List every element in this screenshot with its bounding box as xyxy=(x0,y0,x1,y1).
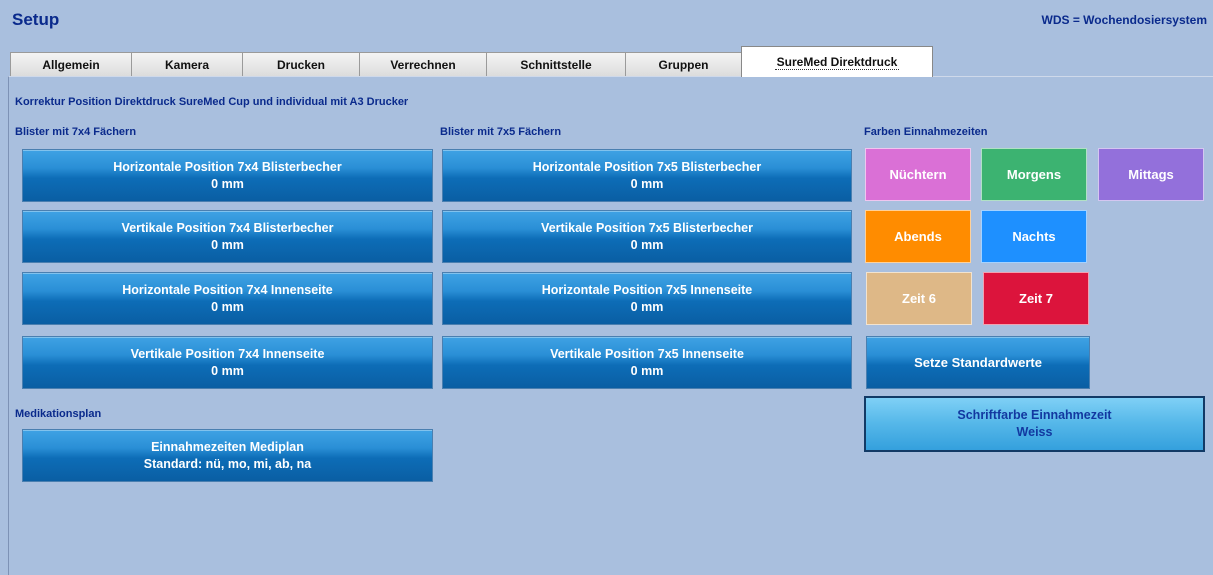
wds-legend: WDS = Wochendosiersystem xyxy=(1041,13,1208,27)
blister-7x5-title: Blister mit 7x5 Fächern xyxy=(440,126,562,138)
medikationsplan-title: Medikationsplan xyxy=(15,408,102,420)
font-color-button[interactable]: Schriftfarbe Einnahmezeit Weiss xyxy=(864,396,1205,452)
horizontal-7x4-innenseite-button[interactable]: Horizontale Position 7x4 Innenseite 0 mm xyxy=(22,272,433,325)
color-zeit6-button[interactable]: Zeit 6 xyxy=(866,272,972,325)
title-bar: Setup WDS = Wochendosiersystem xyxy=(0,0,1213,46)
tab-gruppen[interactable]: Gruppen xyxy=(625,52,742,76)
tab-drucken[interactable]: Drucken xyxy=(242,52,360,76)
color-nachts-button[interactable]: Nachts xyxy=(981,210,1087,263)
color-zeit7-button[interactable]: Zeit 7 xyxy=(983,272,1089,325)
vertical-7x4-blisterbecher-button[interactable]: Vertikale Position 7x4 Blisterbecher 0 mm xyxy=(22,210,433,263)
vertical-7x4-innenseite-button[interactable]: Vertikale Position 7x4 Innenseite 0 mm xyxy=(22,336,433,389)
reset-defaults-button[interactable]: Setze Standardwerte xyxy=(866,336,1090,389)
color-abends-button[interactable]: Abends xyxy=(865,210,971,263)
horizontal-7x4-blisterbecher-button[interactable]: Horizontale Position 7x4 Blisterbecher 0 … xyxy=(22,149,433,202)
tab-suremed-direktdruck[interactable]: SureMed Direktdruck xyxy=(741,46,933,77)
vertical-7x5-blisterbecher-button[interactable]: Vertikale Position 7x5 Blisterbecher 0 mm xyxy=(442,210,852,263)
tab-verrechnen[interactable]: Verrechnen xyxy=(359,52,487,76)
window-title: Setup xyxy=(12,10,60,29)
color-morgens-button[interactable]: Morgens xyxy=(981,148,1087,201)
vertical-7x5-innenseite-button[interactable]: Vertikale Position 7x5 Innenseite 0 mm xyxy=(442,336,852,389)
horizontal-7x5-blisterbecher-button[interactable]: Horizontale Position 7x5 Blisterbecher 0 … xyxy=(442,149,852,202)
tab-allgemein[interactable]: Allgemein xyxy=(10,52,132,76)
einnahmezeiten-mediplan-button[interactable]: Einnahmezeiten Mediplan Standard: nü, mo,… xyxy=(22,429,433,482)
horizontal-7x5-innenseite-button[interactable]: Horizontale Position 7x5 Innenseite 0 mm xyxy=(442,272,852,325)
farben-title: Farben Einnahmezeiten xyxy=(864,126,988,138)
color-nuechtern-button[interactable]: Nüchtern xyxy=(865,148,971,201)
blister-7x4-title: Blister mit 7x4 Fächern xyxy=(15,126,137,138)
section-heading: Korrektur Position Direktdruck SureMed C… xyxy=(15,96,409,108)
tab-schnittstelle[interactable]: Schnittstelle xyxy=(486,52,626,76)
tab-kamera[interactable]: Kamera xyxy=(131,52,243,76)
color-mittags-button[interactable]: Mittags xyxy=(1098,148,1204,201)
